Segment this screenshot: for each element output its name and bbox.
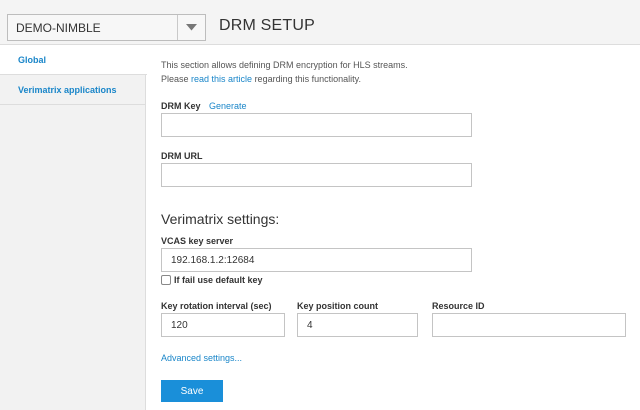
- key-rotation-interval-input[interactable]: [161, 313, 285, 337]
- page-title: DRM SETUP: [219, 17, 316, 34]
- top-bar: DEMO-NIMBLE DRM SETUP: [0, 0, 640, 45]
- drm-url-label: DRM URL: [161, 151, 203, 161]
- drm-key-input[interactable]: [161, 113, 472, 137]
- intro-text-suffix: regarding this functionality.: [252, 74, 361, 84]
- vcas-key-server-input[interactable]: [161, 248, 472, 272]
- vcas-key-server-label: VCAS key server: [161, 236, 234, 246]
- advanced-settings-link[interactable]: Advanced settings...: [161, 353, 242, 363]
- intro-text-prefix: Please: [161, 74, 192, 84]
- intro-text-line2: Please read this article regarding this …: [161, 74, 361, 84]
- save-button[interactable]: Save: [161, 380, 223, 402]
- sidebar-item-label: Verimatrix applications: [18, 85, 117, 95]
- fallback-default-key-checkbox[interactable]: [161, 275, 171, 285]
- verimatrix-section-title: Verimatrix settings:: [161, 211, 280, 227]
- resource-id-input[interactable]: [432, 313, 626, 337]
- read-article-link[interactable]: read this article: [191, 74, 252, 84]
- intro-text: This section allows defining DRM encrypt…: [161, 60, 408, 70]
- sidebar-item-global[interactable]: Global: [0, 45, 147, 75]
- key-position-count-label: Key position count: [297, 301, 378, 311]
- server-select-toggle[interactable]: [177, 15, 205, 40]
- server-select-value: DEMO-NIMBLE: [16, 21, 101, 35]
- key-rotation-interval-label: Key rotation interval (sec): [161, 301, 272, 311]
- main-content: This section allows defining DRM encrypt…: [147, 45, 640, 410]
- sidebar: Global Verimatrix applications: [0, 45, 147, 410]
- drm-url-input[interactable]: [161, 163, 472, 187]
- sidebar-item-verimatrix-applications[interactable]: Verimatrix applications: [0, 75, 146, 105]
- drm-key-label: DRM Key: [161, 101, 201, 111]
- chevron-down-icon: [186, 24, 197, 31]
- sidebar-item-label: Global: [18, 55, 47, 65]
- key-position-count-input[interactable]: [297, 313, 418, 337]
- generate-key-link[interactable]: Generate: [209, 101, 247, 111]
- resource-id-label: Resource ID: [432, 301, 485, 311]
- server-select[interactable]: DEMO-NIMBLE: [7, 14, 206, 41]
- fallback-default-key-label: If fail use default key: [174, 275, 263, 285]
